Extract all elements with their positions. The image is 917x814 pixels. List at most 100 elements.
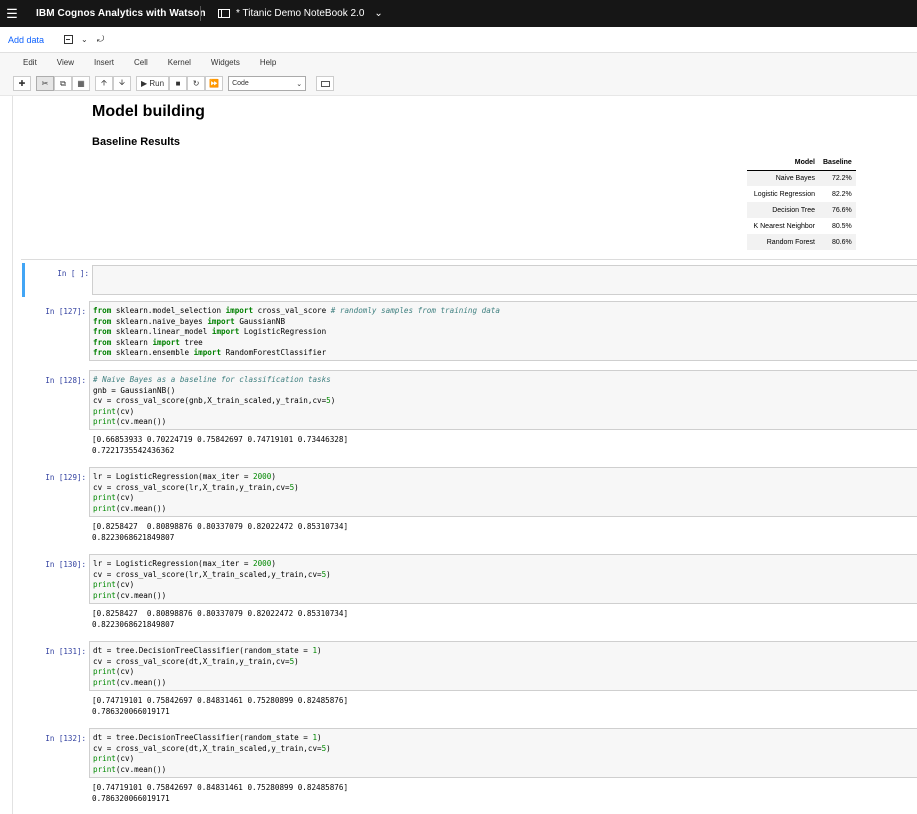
cell-prompt: In [131]: [45,647,86,656]
cell-input[interactable] [92,265,917,295]
cell-output: [0.74719101 0.75842697 0.84831461 0.7528… [92,783,917,804]
run-icon: ▶ [141,79,150,88]
table-row: K Nearest Neighbor 80.5% [747,218,856,234]
cell-output: [0.8258427 0.80898876 0.80337079 0.82022… [92,609,917,630]
table-cell-baseline: 72.2% [819,170,856,186]
cell-prompt: In [127]: [45,307,86,316]
code-line: print(cv.mean()) [93,503,167,513]
cell-output: [0.8258427 0.80898876 0.80337079 0.82022… [92,522,917,543]
notebook-area: Model building Baseline Results Model Ba… [0,96,917,814]
cell-input[interactable]: lr = LogisticRegression(max_iter = 2000)… [89,554,917,604]
menu-view[interactable]: View [57,58,74,67]
table-cell-model: Logistic Regression [753,190,815,198]
top-bar: ☰ IBM Cognos Analytics with Watson * Tit… [0,0,917,27]
table-cell-model: K Nearest Neighbor [753,222,815,230]
notebook-left-border [12,96,13,814]
table-row: Naive Bayes 72.2% [747,170,856,186]
save-options-chevron-icon[interactable]: ⌄ [81,35,88,44]
command-palette-button[interactable] [316,76,335,91]
code-cell-128[interactable]: In [128]: # Naive Bayes as a baseline fo… [22,368,917,460]
code-line: from sklearn.ensemble import RandomFores… [93,348,327,357]
top-bar-divider [200,6,201,21]
output-line: 0.7221735542436362 [92,445,175,455]
code-line: cv = cross_val_score(dt,X_train_scaled,y… [93,743,331,753]
menu-bar: Edit View Insert Cell Kernel Widgets Hel… [0,53,917,72]
insert-cell-button[interactable]: ✚ [13,76,31,91]
menu-widgets[interactable]: Widgets [211,58,240,67]
code-line: print(cv.mean()) [93,677,167,687]
output-line: [0.74719101 0.75842697 0.84831461 0.7528… [92,696,349,705]
code-line: cv = cross_val_score(lr,X_train,y_train,… [93,482,299,492]
notebook-icon [218,9,230,18]
cell-type-select[interactable]: Code ⌄ [228,76,307,91]
menu-help[interactable]: Help [260,58,276,67]
code-line: dt = tree.DecisionTreeClassifier(random_… [93,646,322,655]
code-line: gnb = GaussianNB() [93,385,176,395]
cell-prompt: In [132]: [45,734,86,743]
copy-cell-button[interactable]: ⧉ [54,76,72,91]
output-line: [0.66853933 0.70224719 0.75842697 0.7471… [92,435,349,444]
cell-input[interactable]: dt = tree.DecisionTreeClassifier(random_… [89,641,917,691]
cell-input[interactable]: from sklearn.model_selection import cros… [89,301,917,361]
cell-prompt: In [130]: [45,560,86,569]
code-cell-127[interactable]: In [127]: from sklearn.model_selection i… [22,299,917,363]
restart-kernel-button[interactable]: ↻ [187,76,206,91]
table-cell-baseline: 76.6% [819,202,856,218]
code-line: from sklearn.linear_model import Logisti… [93,327,327,336]
code-line: cv = cross_val_score(dt,X_train,y_train,… [93,656,299,666]
code-line: print(cv) [93,406,135,416]
output-line: 0.786320066019171 [92,706,170,716]
app-title: IBM Cognos Analytics with Watson [36,8,206,19]
menu-insert[interactable]: Insert [94,58,114,67]
code-line: dt = tree.DecisionTreeClassifier(random_… [93,733,322,742]
cell-separator [21,259,917,260]
cell-input[interactable]: lr = LogisticRegression(max_iter = 2000)… [89,467,917,517]
notebook-toolbar: ✚ ✂ ⧉ ▦ 🡩 🡫 ▶ Run ■ ↻ ⏩ Code ⌄ [0,72,917,96]
code-cell-132[interactable]: In [132]: dt = tree.DecisionTreeClassifi… [22,726,917,808]
output-line: 0.8223068621849807 [92,532,175,542]
code-cell-130[interactable]: In [130]: lr = LogisticRegression(max_it… [22,552,917,634]
markdown-heading-baseline-results: Baseline Results [92,136,181,148]
code-line: print(cv) [93,580,135,589]
run-label: Run [149,79,165,88]
code-cell-129[interactable]: In [129]: lr = LogisticRegression(max_it… [22,465,917,547]
notebook-tab[interactable]: * Titanic Demo NoteBook 2.0 ⌄ [218,0,383,27]
cell-input[interactable]: # Naive Bayes as a baseline for classifi… [89,370,917,430]
table-row: Logistic Regression 82.2% [747,186,856,202]
table-cell-model: Random Forest [747,234,819,250]
code-line: lr = LogisticRegression(max_iter = 2000) [93,559,276,568]
table-row: Decision Tree 76.6% [747,202,856,218]
keyboard-icon [320,80,330,87]
code-cell-empty[interactable]: In [ ]: [22,263,917,297]
menu-edit[interactable]: Edit [23,58,37,67]
menu-kernel[interactable]: Kernel [168,58,191,67]
interrupt-kernel-button[interactable]: ■ [169,76,188,91]
cell-input[interactable]: dt = tree.DecisionTreeClassifier(random_… [89,728,917,778]
output-line: 0.8223068621849807 [92,619,175,629]
move-down-button[interactable]: 🡫 [113,76,131,91]
cell-output: [0.74719101 0.75842697 0.84831461 0.7528… [92,696,917,717]
add-data-link[interactable]: Add data [8,35,44,45]
table-header-baseline: Baseline [819,156,856,171]
run-button[interactable]: ▶ Run [136,76,170,91]
code-line: print(cv.mean()) [93,590,167,600]
cell-prompt: In [129]: [45,473,86,482]
restart-run-all-button[interactable]: ⏩ [205,76,224,91]
save-icon[interactable] [64,35,74,44]
code-line: lr = LogisticRegression(max_iter = 2000) [93,472,276,481]
code-line: print(cv) [93,754,135,763]
paste-cell-button[interactable]: ▦ [72,76,90,91]
output-line: 0.786320066019171 [92,793,170,803]
hamburger-menu-icon[interactable]: ☰ [0,0,24,27]
chevron-down-icon[interactable]: ⌄ [374,8,382,19]
cut-cell-button[interactable]: ✂ [36,76,54,91]
move-up-button[interactable]: 🡩 [95,76,113,91]
code-cell-131[interactable]: In [131]: dt = tree.DecisionTreeClassifi… [22,639,917,721]
code-line: print(cv.mean()) [93,764,167,774]
table-cell-model: Decision Tree [747,202,819,218]
menu-cell[interactable]: Cell [134,58,148,67]
share-icon[interactable]: ⤾ [97,34,105,45]
code-line: # Naive Bayes as a baseline for classifi… [93,375,331,384]
markdown-heading-model-building: Model building [92,103,205,120]
table-cell-baseline: 80.6% [819,234,856,250]
